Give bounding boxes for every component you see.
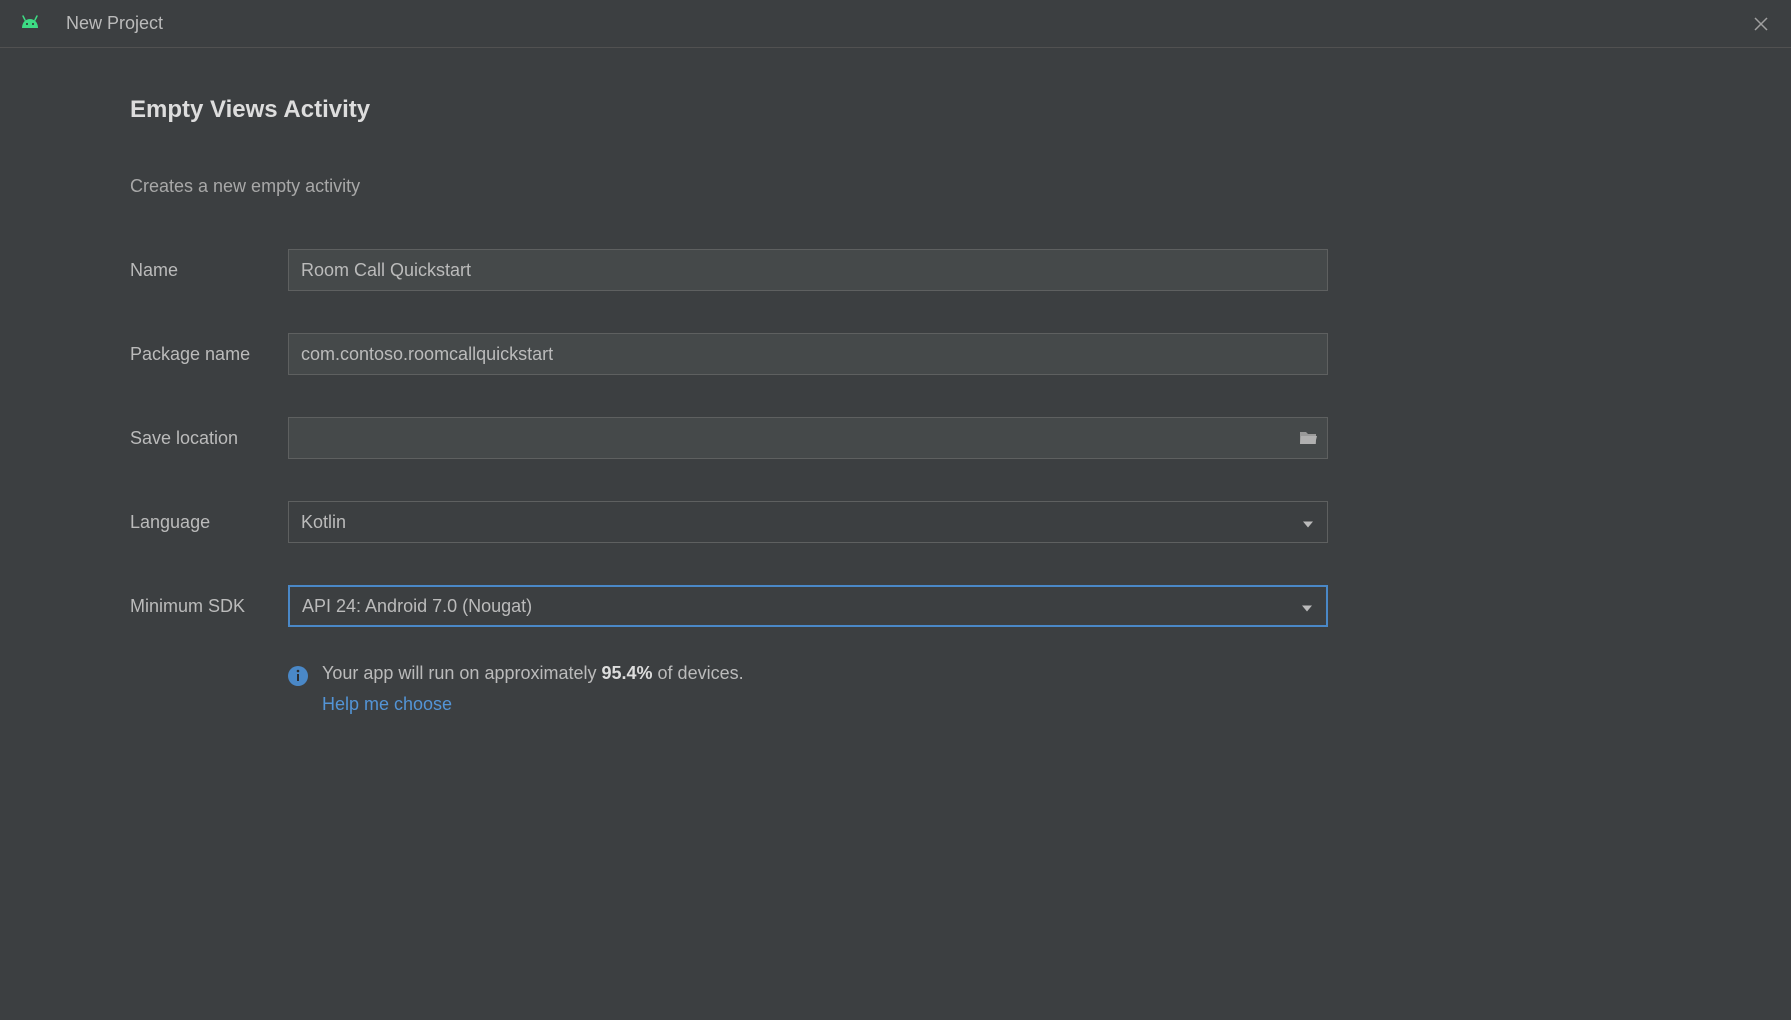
window-title: New Project	[66, 13, 163, 34]
name-label: Name	[130, 260, 288, 281]
minimum-sdk-select[interactable]: API 24: Android 7.0 (Nougat)	[288, 585, 1328, 627]
android-icon	[18, 12, 42, 36]
chevron-down-icon	[1302, 596, 1312, 617]
titlebar: New Project	[0, 0, 1791, 48]
help-me-choose-link[interactable]: Help me choose	[322, 694, 744, 715]
minimum-sdk-label: Minimum SDK	[130, 596, 288, 617]
form-row-language: Language Kotlin	[130, 501, 1661, 543]
chevron-down-icon	[1303, 512, 1313, 533]
sdk-info-text: Your app will run on approximately 95.4%…	[322, 663, 744, 684]
package-name-input[interactable]	[288, 333, 1328, 375]
language-select[interactable]: Kotlin	[288, 501, 1328, 543]
sdk-info-row: Your app will run on approximately 95.4%…	[288, 663, 1661, 715]
save-location-label: Save location	[130, 428, 288, 449]
folder-browse-icon[interactable]	[1298, 430, 1318, 446]
close-button[interactable]	[1749, 12, 1773, 36]
save-location-input[interactable]	[288, 417, 1328, 459]
form-row-package: Package name	[130, 333, 1661, 375]
content-area: Empty Views Activity Creates a new empty…	[0, 48, 1791, 715]
form-row-minimum-sdk: Minimum SDK API 24: Android 7.0 (Nougat)	[130, 585, 1661, 627]
minimum-sdk-select-value: API 24: Android 7.0 (Nougat)	[302, 596, 532, 617]
page-title: Empty Views Activity	[130, 96, 1661, 124]
form-row-name: Name	[130, 249, 1661, 291]
info-icon	[288, 666, 308, 686]
name-input[interactable]	[288, 249, 1328, 291]
language-select-value: Kotlin	[301, 512, 346, 533]
form-row-save-location: Save location	[130, 417, 1661, 459]
language-label: Language	[130, 512, 288, 533]
page-description: Creates a new empty activity	[130, 176, 1661, 197]
package-name-label: Package name	[130, 344, 288, 365]
